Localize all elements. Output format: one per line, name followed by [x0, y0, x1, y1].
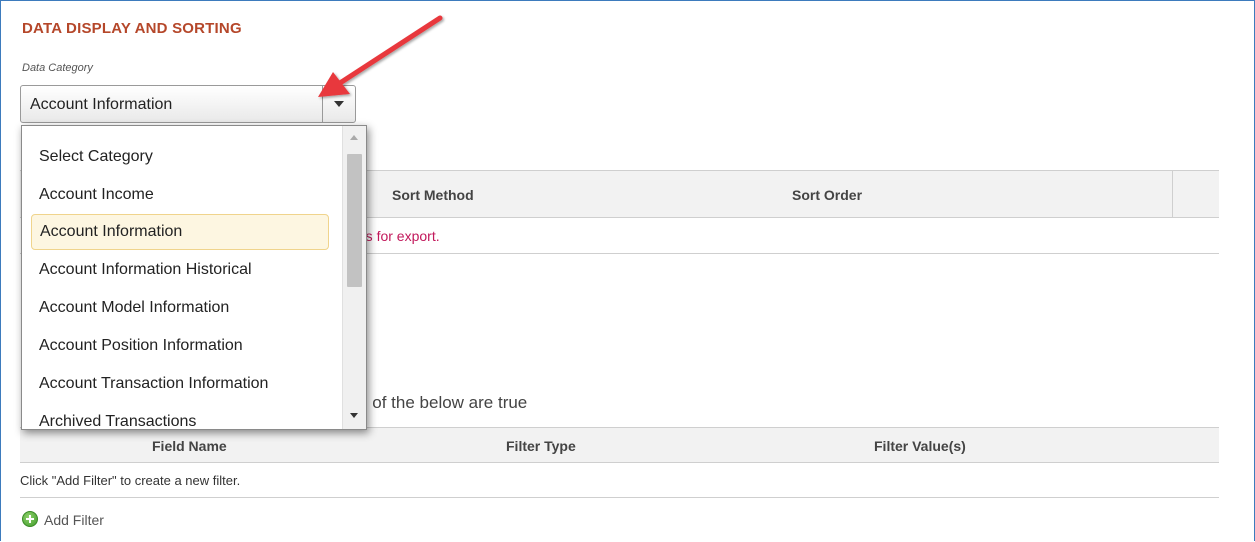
annotation-arrow-icon — [318, 15, 443, 97]
